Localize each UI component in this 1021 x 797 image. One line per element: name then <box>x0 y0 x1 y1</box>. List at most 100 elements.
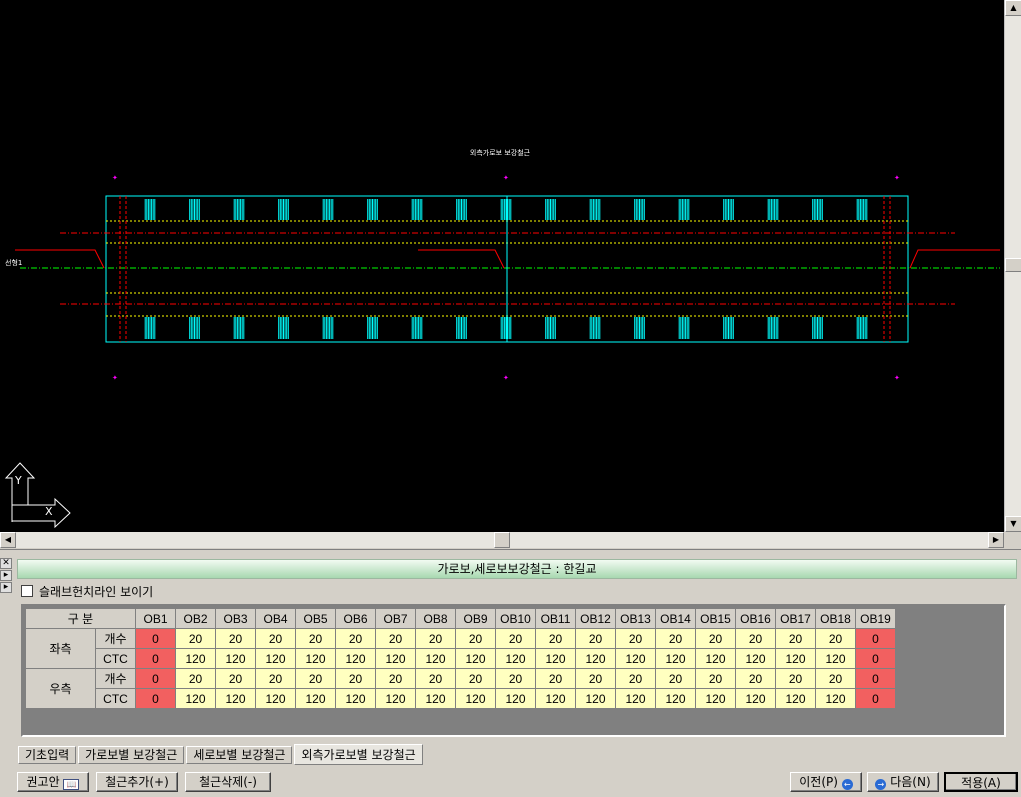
grid-cell[interactable]: 0 <box>855 668 896 689</box>
grid-cell[interactable]: 0 <box>135 628 176 649</box>
grid-cell[interactable]: 120 <box>375 648 416 669</box>
grid-cell[interactable]: 120 <box>495 688 536 709</box>
grid-cell[interactable]: 20 <box>575 668 616 689</box>
grid-cell[interactable]: 120 <box>775 648 816 669</box>
tab-4[interactable]: 외측가로보별 보강철근 <box>294 744 423 765</box>
scroll-up-button[interactable]: ▲ <box>1005 0 1021 16</box>
grid-cell[interactable]: 120 <box>575 648 616 669</box>
apply-button[interactable]: 적용(A) <box>944 772 1018 792</box>
grid-cell[interactable]: 0 <box>855 628 896 649</box>
delete-rebar-button[interactable]: 철근삭제(-) <box>185 772 271 792</box>
grid-cell[interactable]: 120 <box>375 688 416 709</box>
grid-cell[interactable]: 20 <box>575 628 616 649</box>
grid-cell[interactable]: 120 <box>655 688 696 709</box>
grid-cell[interactable]: 120 <box>575 688 616 709</box>
grid-cell[interactable]: 120 <box>815 688 856 709</box>
grid-cell[interactable]: 0 <box>135 668 176 689</box>
grid-cell[interactable]: 20 <box>175 628 216 649</box>
recommend-button[interactable]: 권고안 📖 <box>17 772 89 792</box>
grid-cell[interactable]: 120 <box>775 688 816 709</box>
grid-cell[interactable]: 20 <box>215 628 256 649</box>
grid-cell[interactable]: 120 <box>495 648 536 669</box>
vertical-scroll-thumb[interactable] <box>1005 258 1021 272</box>
grid-cell[interactable]: 120 <box>455 648 496 669</box>
next-button[interactable]: → 다음(N) <box>867 772 939 792</box>
grid-cell[interactable]: 20 <box>295 628 336 649</box>
add-rebar-button[interactable]: 철근추가(+) <box>96 772 178 792</box>
grid-cell[interactable]: 20 <box>255 668 296 689</box>
prev-button[interactable]: 이전(P) ← <box>790 772 862 792</box>
grid-cell[interactable]: 120 <box>335 688 376 709</box>
grid-cell[interactable]: 120 <box>175 648 216 669</box>
grid-cell[interactable]: 120 <box>735 688 776 709</box>
grid-cell[interactable]: 20 <box>335 628 376 649</box>
grid-cell[interactable]: 20 <box>655 668 696 689</box>
vertical-scrollbar[interactable]: ▲ ▼ <box>1004 0 1021 532</box>
grid-cell[interactable]: 20 <box>255 628 296 649</box>
grid-cell[interactable]: 120 <box>295 648 336 669</box>
grid-cell[interactable]: 0 <box>135 688 176 709</box>
grid-cell[interactable]: 120 <box>255 688 296 709</box>
grid-cell[interactable]: 20 <box>455 628 496 649</box>
grid-cell[interactable]: 120 <box>175 688 216 709</box>
grid-cell[interactable]: 120 <box>655 648 696 669</box>
grid-cell[interactable]: 120 <box>335 648 376 669</box>
grid-cell[interactable]: 120 <box>695 688 736 709</box>
grid-cell[interactable]: 120 <box>215 688 256 709</box>
scroll-down-button[interactable]: ▼ <box>1005 516 1021 532</box>
horizontal-scrollbar[interactable]: ◀ ▶ <box>0 532 1004 548</box>
grid-cell[interactable]: 20 <box>695 668 736 689</box>
grid-cell[interactable]: 20 <box>775 668 816 689</box>
grid-cell[interactable]: 120 <box>415 688 456 709</box>
grid-cell[interactable]: 20 <box>615 668 656 689</box>
grid-cell[interactable]: 120 <box>535 648 576 669</box>
grid-cell[interactable]: 20 <box>535 628 576 649</box>
grid-cell[interactable]: 20 <box>415 668 456 689</box>
grid-cell[interactable]: 20 <box>295 668 336 689</box>
grid-cell[interactable]: 20 <box>215 668 256 689</box>
grid-cell[interactable]: 20 <box>735 628 776 649</box>
grid-cell[interactable]: 20 <box>735 668 776 689</box>
grid-cell[interactable]: 120 <box>615 688 656 709</box>
grid-cell[interactable]: 0 <box>135 648 176 669</box>
grid-cell[interactable]: 120 <box>535 688 576 709</box>
grid-cell[interactable]: 20 <box>455 668 496 689</box>
tab-3[interactable]: 세로보별 보강철근 <box>186 746 293 764</box>
grid-cell[interactable]: 20 <box>175 668 216 689</box>
grid-cell[interactable]: 20 <box>815 668 856 689</box>
grid-cell[interactable]: 20 <box>495 628 536 649</box>
horizontal-scroll-thumb[interactable] <box>494 532 510 548</box>
grid-cell[interactable]: 20 <box>815 628 856 649</box>
grid-cell[interactable]: 120 <box>815 648 856 669</box>
grid-cell[interactable]: 20 <box>375 628 416 649</box>
grid-cell[interactable]: 120 <box>295 688 336 709</box>
grid-cell[interactable]: 20 <box>775 628 816 649</box>
grid-cell[interactable]: 20 <box>655 628 696 649</box>
grid-cell[interactable]: 20 <box>415 628 456 649</box>
grid-cell[interactable]: 120 <box>695 648 736 669</box>
grid-cell[interactable]: 120 <box>215 648 256 669</box>
grid-cell[interactable]: 20 <box>495 668 536 689</box>
scroll-right-button[interactable]: ▶ <box>988 532 1004 548</box>
grid-cell[interactable]: 120 <box>415 648 456 669</box>
tab-1[interactable]: 기초입력 <box>18 746 77 764</box>
grid-cell[interactable]: 20 <box>375 668 416 689</box>
tab-2[interactable]: 가로보별 보강철근 <box>78 746 185 764</box>
pin-icon[interactable]: ▸ <box>0 582 12 593</box>
grid-cell[interactable]: 120 <box>615 648 656 669</box>
grid-cell[interactable]: 0 <box>855 688 896 709</box>
scroll-left-button[interactable]: ◀ <box>0 532 16 548</box>
expand-icon[interactable]: ▸ <box>0 570 12 581</box>
grid-cell[interactable]: 120 <box>255 648 296 669</box>
hunch-line-toggle[interactable]: 슬래브헌치라인 보이기 <box>21 583 153 599</box>
grid-cell[interactable]: 120 <box>735 648 776 669</box>
grid-cell[interactable]: 20 <box>535 668 576 689</box>
grid-cell[interactable]: 20 <box>615 628 656 649</box>
close-icon[interactable]: ✕ <box>0 558 12 569</box>
grid-cell[interactable]: 20 <box>695 628 736 649</box>
grid-cell[interactable]: 120 <box>455 688 496 709</box>
grid-cell[interactable]: 20 <box>335 668 376 689</box>
grid-cell[interactable]: 0 <box>855 648 896 669</box>
cad-viewport[interactable]: ✦ ✦ ✦ ✦ ✦ ✦ 외측가로보 보강철근 선형1 Y X <box>0 0 1004 532</box>
checkbox[interactable] <box>21 585 33 597</box>
